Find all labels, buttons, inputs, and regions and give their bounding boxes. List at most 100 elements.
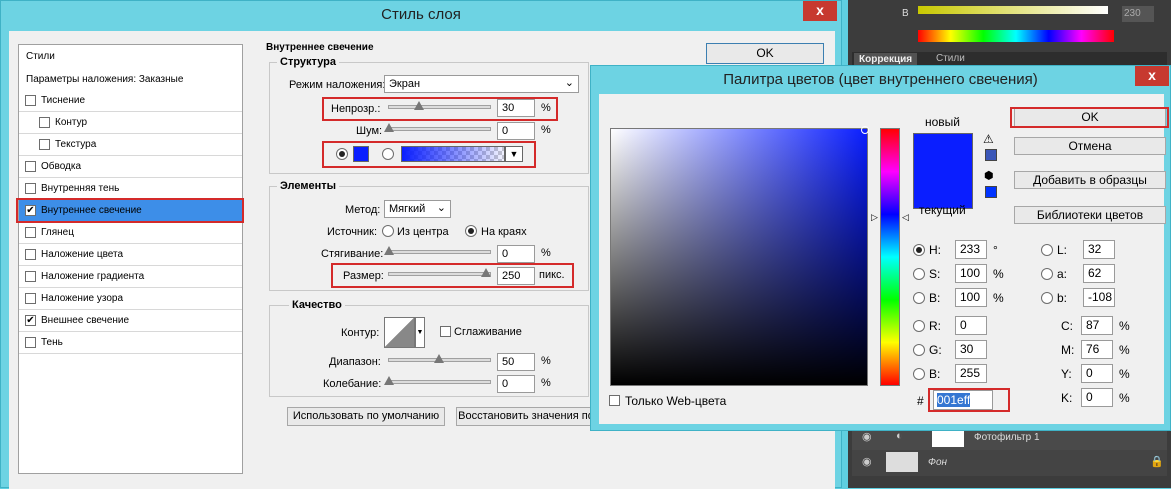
- web-swatch[interactable]: [985, 186, 997, 198]
- antialias-checkbox[interactable]: [440, 326, 451, 337]
- channel-radio-r[interactable]: [913, 320, 925, 332]
- layer-name[interactable]: Фон: [928, 457, 947, 468]
- channel-input-r[interactable]: 0: [955, 316, 987, 335]
- channel-input-b2[interactable]: 255: [955, 364, 987, 383]
- channel-radio-b[interactable]: [1041, 292, 1053, 304]
- noise-slider[interactable]: [384, 123, 491, 132]
- style-checkbox[interactable]: [25, 337, 36, 348]
- style-checkbox[interactable]: [25, 161, 36, 172]
- choke-slider[interactable]: [384, 246, 491, 255]
- range-slider-thumb[interactable]: [434, 354, 444, 363]
- source-center-radio[interactable]: [382, 225, 394, 237]
- styles-header[interactable]: Стили: [26, 51, 55, 62]
- channel-radio-b[interactable]: [913, 292, 925, 304]
- gamut-swatch[interactable]: [985, 149, 997, 161]
- make-default-button[interactable]: Использовать по умолчанию: [287, 407, 445, 426]
- b-channel-value[interactable]: 230: [1122, 6, 1154, 22]
- channel-input-y[interactable]: 0: [1081, 364, 1113, 383]
- gamut-warning-icon[interactable]: ⚠: [983, 132, 994, 146]
- source-edge-label[interactable]: На краях: [481, 226, 527, 238]
- range-input[interactable]: 50: [497, 353, 535, 371]
- color-field-cursor[interactable]: [861, 126, 869, 134]
- style-item[interactable]: Наложение узора: [19, 288, 242, 310]
- jitter-input[interactable]: 0: [497, 375, 535, 393]
- channel-input-s[interactable]: 100: [955, 264, 987, 283]
- hue-left-arrow[interactable]: ▷: [871, 212, 878, 223]
- style-item[interactable]: Наложение цвета: [19, 244, 242, 266]
- style-item[interactable]: Контур: [19, 112, 242, 134]
- noise-slider-thumb[interactable]: [384, 123, 394, 132]
- channel-radio-a[interactable]: [1041, 268, 1053, 280]
- source-edge-radio[interactable]: [465, 225, 477, 237]
- color-libraries-button[interactable]: Библиотеки цветов: [1014, 206, 1166, 224]
- choke-label: Стягивание:: [321, 248, 384, 260]
- jitter-slider[interactable]: [384, 376, 491, 385]
- reset-default-button[interactable]: Восстановить значения по: [456, 407, 596, 426]
- contour-dropdown[interactable]: ▼: [415, 317, 425, 348]
- style-checkbox[interactable]: [25, 293, 36, 304]
- layer-name[interactable]: Фотофильтр 1: [974, 432, 1040, 443]
- blend-mode-select[interactable]: Экран ⌄: [384, 75, 579, 93]
- eye-icon[interactable]: ◉: [862, 455, 872, 468]
- b-channel-slider[interactable]: [918, 6, 1108, 14]
- web-only-label[interactable]: Только Web-цвета: [625, 394, 726, 408]
- style-item[interactable]: Глянец: [19, 222, 242, 244]
- channel-input-l[interactable]: 32: [1083, 240, 1115, 259]
- style-item[interactable]: ✔ Внешнее свечение: [19, 310, 242, 332]
- style-item[interactable]: Тень: [19, 332, 242, 354]
- style-item[interactable]: Внутренняя тень: [19, 178, 242, 200]
- jitter-slider-thumb[interactable]: [384, 376, 394, 385]
- blending-options[interactable]: Параметры наложения: Заказные: [26, 74, 183, 85]
- channel-radio-l[interactable]: [1041, 244, 1053, 256]
- style-checkbox[interactable]: [25, 227, 36, 238]
- style-item-label: Тень: [41, 337, 63, 348]
- channel-input-m[interactable]: 76: [1081, 340, 1113, 359]
- style-item-label: Внутренняя тень: [41, 183, 120, 194]
- style-item[interactable]: Наложение градиента: [19, 266, 242, 288]
- layer-row-background[interactable]: ◉ Фон 🔒: [852, 450, 1167, 476]
- channel-input-g[interactable]: 30: [955, 340, 987, 359]
- layer-thumb: [886, 452, 918, 472]
- channel-input-k[interactable]: 0: [1081, 388, 1113, 407]
- channel-input-h[interactable]: 233: [955, 240, 987, 259]
- style-item[interactable]: Тиснение: [19, 90, 242, 112]
- channel-input-c[interactable]: 87: [1081, 316, 1113, 335]
- channel-input-a[interactable]: 62: [1083, 264, 1115, 283]
- channel-radio-s[interactable]: [913, 268, 925, 280]
- choke-slider-thumb[interactable]: [384, 246, 394, 255]
- channel-radio-g[interactable]: [913, 344, 925, 356]
- style-checkbox[interactable]: [25, 183, 36, 194]
- style-item[interactable]: Обводка: [19, 156, 242, 178]
- add-to-swatches-button[interactable]: Добавить в образцы: [1014, 171, 1166, 189]
- channel-input-b[interactable]: -108: [1083, 288, 1115, 307]
- style-checkbox[interactable]: [25, 95, 36, 106]
- hue-right-arrow[interactable]: ◁: [902, 212, 909, 223]
- style-checkbox[interactable]: [25, 249, 36, 260]
- color-field[interactable]: [610, 128, 868, 386]
- source-center-label[interactable]: Из центра: [397, 226, 449, 238]
- ok-button[interactable]: OK: [706, 43, 824, 64]
- web-cube-icon[interactable]: ⬢: [984, 169, 994, 182]
- spectrum-bar[interactable]: [918, 30, 1114, 42]
- close-button[interactable]: x: [1135, 66, 1169, 86]
- method-select[interactable]: Мягкий ⌄: [384, 200, 451, 218]
- range-slider[interactable]: [388, 354, 491, 363]
- cancel-button[interactable]: Отмена: [1014, 137, 1166, 155]
- contour-preview[interactable]: [384, 317, 415, 348]
- close-button[interactable]: x: [803, 1, 837, 21]
- tab-styles[interactable]: Стили: [936, 53, 965, 64]
- channel-input-b[interactable]: 100: [955, 288, 987, 307]
- style-item[interactable]: Текстура: [19, 134, 242, 156]
- channel-radio-h[interactable]: [913, 244, 925, 256]
- noise-input[interactable]: 0: [497, 122, 535, 140]
- style-checkbox[interactable]: [25, 271, 36, 282]
- style-checkbox[interactable]: ✔: [25, 315, 36, 326]
- hue-slider[interactable]: [880, 128, 900, 386]
- style-checkbox[interactable]: [39, 139, 50, 150]
- choke-input[interactable]: 0: [497, 245, 535, 263]
- web-only-checkbox[interactable]: [609, 395, 620, 406]
- style-checkbox[interactable]: [39, 117, 50, 128]
- channel-radio-b2[interactable]: [913, 368, 925, 380]
- antialias-label[interactable]: Сглаживание: [454, 326, 522, 338]
- eye-icon[interactable]: ◉: [862, 430, 872, 443]
